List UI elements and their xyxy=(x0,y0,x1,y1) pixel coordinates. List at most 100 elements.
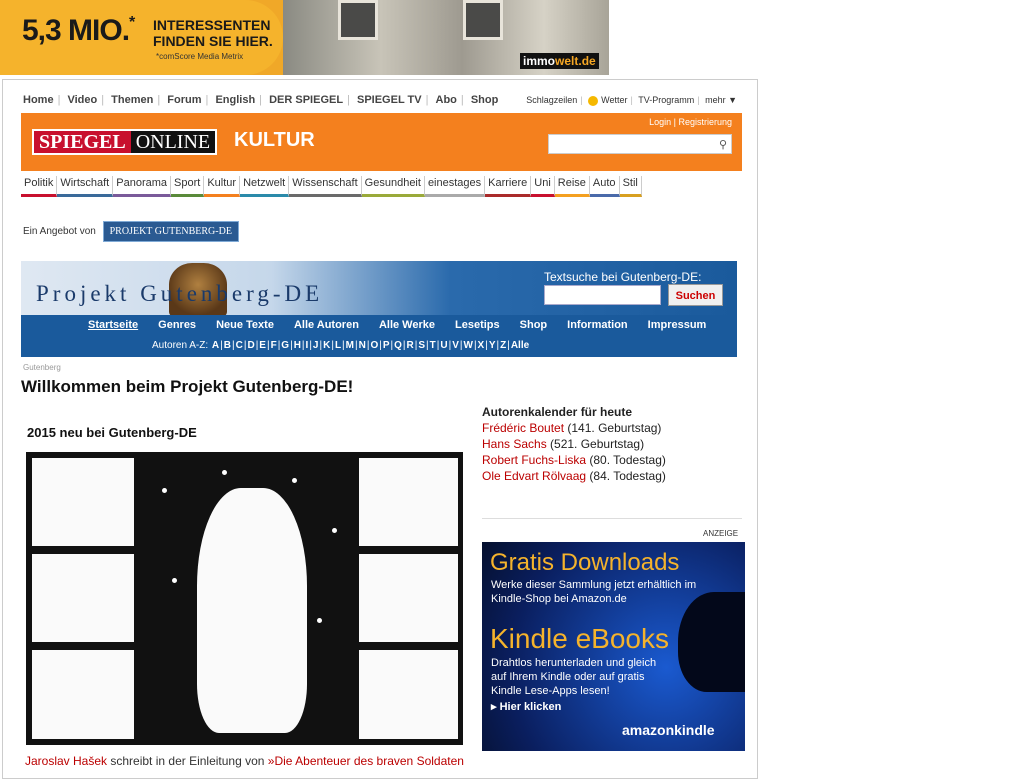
ad-banner[interactable]: 5,3 MIO.* INTERESSENTEN FINDEN SIE HIER. … xyxy=(0,0,609,75)
offer-label: Ein Angebot von xyxy=(23,226,96,238)
section-reise[interactable]: Reise xyxy=(554,176,590,197)
menu-genres[interactable]: Genres xyxy=(158,319,196,331)
menu-startseite[interactable]: Startseite xyxy=(88,319,138,331)
kindle-ad-desc1: Werke dieser Sammlung jetzt erhältlich i… xyxy=(491,579,697,605)
az-letter[interactable]: S xyxy=(418,340,425,351)
nav-der-spiegel[interactable]: DER SPIEGEL xyxy=(269,94,343,106)
nav-schlagzeilen[interactable]: Schlagzeilen xyxy=(526,95,577,105)
az-letter[interactable]: M xyxy=(346,340,354,351)
kindle-ad-cta[interactable]: ▸ Hier klicken xyxy=(491,700,561,713)
menu-lesetips[interactable]: Lesetips xyxy=(455,319,500,331)
nav-home[interactable]: Home xyxy=(23,94,54,106)
az-letter[interactable]: G xyxy=(281,340,289,351)
az-letter-alle[interactable]: Alle xyxy=(511,340,529,351)
search-icon[interactable]: ⚲ xyxy=(719,138,727,151)
az-letter[interactable]: U xyxy=(440,340,447,351)
menu-alle-werke[interactable]: Alle Werke xyxy=(379,319,435,331)
work-link[interactable]: »Die Abenteuer des braven Soldaten xyxy=(268,754,464,768)
az-letter[interactable]: N xyxy=(359,340,366,351)
comic-panel xyxy=(30,648,136,741)
az-letter[interactable]: L xyxy=(335,340,341,351)
menu-neue-texte[interactable]: Neue Texte xyxy=(216,319,274,331)
menu-impressum[interactable]: Impressum xyxy=(648,319,707,331)
section-panorama[interactable]: Panorama xyxy=(113,176,172,197)
section-karriere[interactable]: Karriere xyxy=(485,176,532,197)
az-letter[interactable]: E xyxy=(259,340,266,351)
section-einestages[interactable]: einestages xyxy=(424,176,486,197)
section-netzwelt[interactable]: Netzwelt xyxy=(240,176,290,197)
nav-themen[interactable]: Themen xyxy=(111,94,153,106)
gutenberg-partner-logo[interactable]: PROJEKT GUTENBERG-DE xyxy=(102,221,239,242)
az-letter[interactable]: K xyxy=(323,340,330,351)
search-button[interactable]: Suchen xyxy=(668,284,723,306)
text-search-input[interactable] xyxy=(544,285,661,305)
breadcrumb[interactable]: Gutenberg xyxy=(23,363,61,372)
az-letter[interactable]: Y xyxy=(489,340,496,351)
page-title: Willkommen beim Projekt Gutenberg-DE! xyxy=(21,377,354,396)
section-uni[interactable]: Uni xyxy=(531,176,555,197)
kindle-ad-headline1: Gratis Downloads xyxy=(490,549,680,576)
kindle-ad[interactable]: Gratis Downloads Werke dieser Sammlung j… xyxy=(482,542,745,751)
az-letter[interactable]: H xyxy=(294,340,301,351)
az-letter[interactable]: T xyxy=(430,340,436,351)
gutenberg-title[interactable]: Projekt Gutenberg-DE xyxy=(36,281,323,307)
menu-information[interactable]: Information xyxy=(567,319,628,331)
section-politik[interactable]: Politik xyxy=(21,176,58,197)
register-link[interactable]: Registrierung xyxy=(678,117,732,127)
top-navigation: Home | Video | Themen | Forum | English | DER… xyxy=(23,94,499,106)
nav-wetter[interactable]: Wetter xyxy=(601,95,627,105)
az-letter[interactable]: Q xyxy=(394,340,402,351)
calendar-note: (521. Geburtstag) xyxy=(546,437,645,451)
menu-shop[interactable]: Shop xyxy=(520,319,548,331)
nav-spiegel-tv[interactable]: SPIEGEL TV xyxy=(357,94,422,106)
author-link[interactable]: Jaroslav Hašek xyxy=(25,754,107,768)
calendar-author-link[interactable]: Robert Fuchs-Liska xyxy=(482,453,586,467)
calendar-author-link[interactable]: Hans Sachs xyxy=(482,437,547,451)
az-letter[interactable]: F xyxy=(271,340,277,351)
nav-abo[interactable]: Abo xyxy=(436,94,457,106)
nav-shop[interactable]: Shop xyxy=(471,94,499,106)
section-wissenschaft[interactable]: Wissenschaft xyxy=(289,176,362,197)
az-letter[interactable]: D xyxy=(247,340,254,351)
menu-alle-autoren[interactable]: Alle Autoren xyxy=(294,319,359,331)
az-letter[interactable]: V xyxy=(452,340,459,351)
section-sport[interactable]: Sport xyxy=(171,176,205,197)
az-letter[interactable]: X xyxy=(478,340,485,351)
author-az-index: Autoren A-Z: A|B|C|D|E|F|G|H|I|J|K|L|M|N… xyxy=(152,340,530,351)
section-gesundheit[interactable]: Gesundheit xyxy=(361,176,425,197)
az-letter[interactable]: R xyxy=(407,340,414,351)
az-letter[interactable]: I xyxy=(306,340,309,351)
az-letter[interactable]: W xyxy=(463,340,472,351)
section-kultur[interactable]: Kultur xyxy=(204,176,241,197)
calendar-author-link[interactable]: Frédéric Boutet xyxy=(482,421,564,435)
az-letter[interactable]: A xyxy=(212,340,219,351)
calendar-entry: Robert Fuchs-Liska (80. Todestag) xyxy=(482,452,666,468)
nav-tv-programm[interactable]: TV-Programm xyxy=(638,95,694,105)
az-letter[interactable]: Z xyxy=(500,340,506,351)
az-label: Autoren A-Z: xyxy=(152,340,209,351)
nav-english[interactable]: English xyxy=(215,94,255,106)
kindle-ad-headline2: Kindle eBooks xyxy=(490,623,670,654)
nav-video[interactable]: Video xyxy=(67,94,97,106)
section-stil[interactable]: Stil xyxy=(619,176,642,197)
az-letter[interactable]: O xyxy=(370,340,378,351)
gutenberg-menu: Startseite Genres Neue Texte Alle Autore… xyxy=(21,315,737,357)
az-letter[interactable]: C xyxy=(236,340,243,351)
section-auto[interactable]: Auto xyxy=(589,176,620,197)
section-wirtschaft[interactable]: Wirtschaft xyxy=(57,176,114,197)
featured-comic-image[interactable] xyxy=(26,452,463,745)
calendar-note: (84. Todestag) xyxy=(586,469,666,483)
az-letter[interactable]: J xyxy=(313,340,319,351)
nav-mehr[interactable]: mehr ▼ xyxy=(705,95,737,105)
new-section-heading: 2015 neu bei Gutenberg-DE xyxy=(27,425,197,440)
az-letter[interactable]: P xyxy=(383,340,390,351)
nav-forum[interactable]: Forum xyxy=(167,94,201,106)
az-letter[interactable]: B xyxy=(224,340,231,351)
comic-panel xyxy=(30,456,136,548)
spiegel-online-logo[interactable]: SPIEGEL ONLINE xyxy=(32,129,218,155)
calendar-author-link[interactable]: Ole Edvart Rölvaag xyxy=(482,469,586,483)
site-search-input[interactable]: ⚲ xyxy=(548,134,732,154)
login-links: Login | Registrierung xyxy=(649,117,732,127)
divider xyxy=(482,518,742,519)
login-link[interactable]: Login xyxy=(649,117,671,127)
